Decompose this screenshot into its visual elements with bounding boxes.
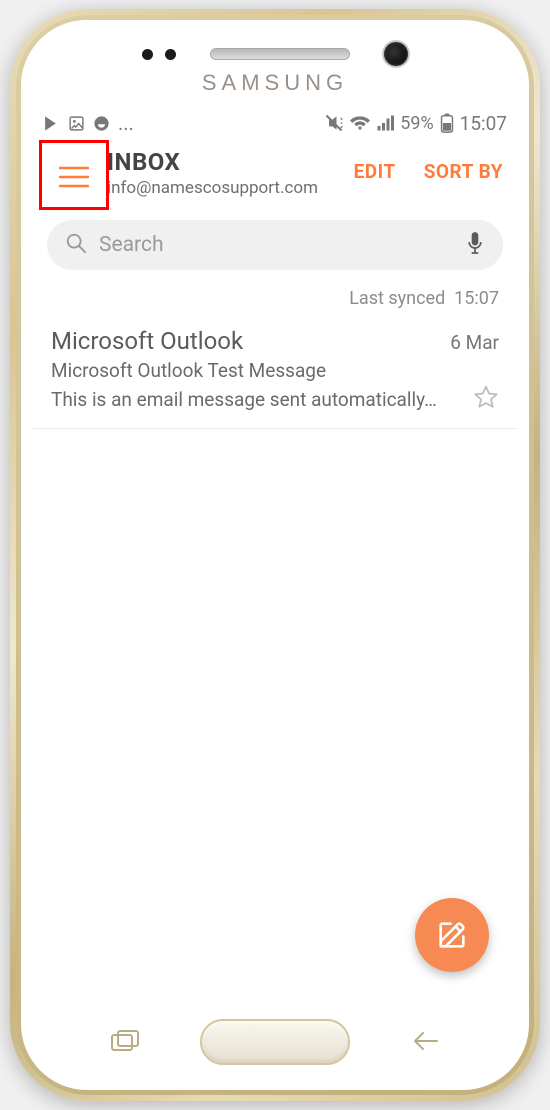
email-subject: Microsoft Outlook Test Message [51,359,499,382]
phone-bottom-bezel [21,994,529,1090]
compose-icon [435,918,469,952]
email-item[interactable]: Microsoft Outlook 6 Mar Microsoft Outloo… [33,323,517,429]
phone-top-bezel: SAMSUNG [21,20,529,108]
recents-softkey[interactable] [111,1030,141,1056]
phone-inner-frame: SAMSUNG ... [16,15,534,1095]
email-preview: This is an email message sent automatica… [51,388,461,411]
account-email: info@namescosupport.com [107,178,318,198]
smile-circle-icon [93,115,110,132]
hamburger-icon [59,165,89,189]
image-icon [68,115,85,132]
vibrate-mute-icon [324,113,344,133]
screen: ... 59% [33,108,517,994]
phone-face: SAMSUNG ... [21,20,529,1090]
sensor-dot [142,49,153,60]
compose-button[interactable] [415,898,489,972]
status-time: 15:07 [460,112,507,135]
email-sender: Microsoft Outlook [51,327,450,355]
sort-by-button[interactable]: SORT BY [424,160,503,183]
page-title: INBOX [107,148,318,176]
play-store-icon [43,115,60,132]
last-synced: Last synced 15:07 [33,276,517,323]
edit-button[interactable]: EDIT [354,160,396,183]
last-synced-label: Last synced [349,288,445,309]
status-bar: ... 59% [33,108,517,138]
sensor-dot [165,49,176,60]
search-icon [65,232,87,258]
email-date: 6 Mar [450,331,499,354]
search-placeholder: Search [99,233,453,257]
front-camera [384,42,408,66]
mic-icon[interactable] [465,230,485,260]
status-overflow: ... [118,118,134,128]
last-synced-time: 15:07 [454,288,499,309]
brand-logo: SAMSUNG [202,70,348,96]
earpiece-speaker [210,48,350,60]
app-header: INBOX info@namescosupport.com EDIT SORT … [33,138,517,214]
phone-frame: SAMSUNG ... [10,9,540,1101]
wifi-icon [350,113,370,133]
star-icon[interactable] [473,384,499,414]
search-input[interactable]: Search [47,220,503,270]
signal-icon [376,114,394,132]
home-button[interactable] [200,1019,350,1065]
menu-button[interactable] [45,148,103,206]
battery-icon [440,113,454,133]
battery-percent: 59% [400,113,433,134]
back-softkey[interactable] [409,1030,439,1056]
